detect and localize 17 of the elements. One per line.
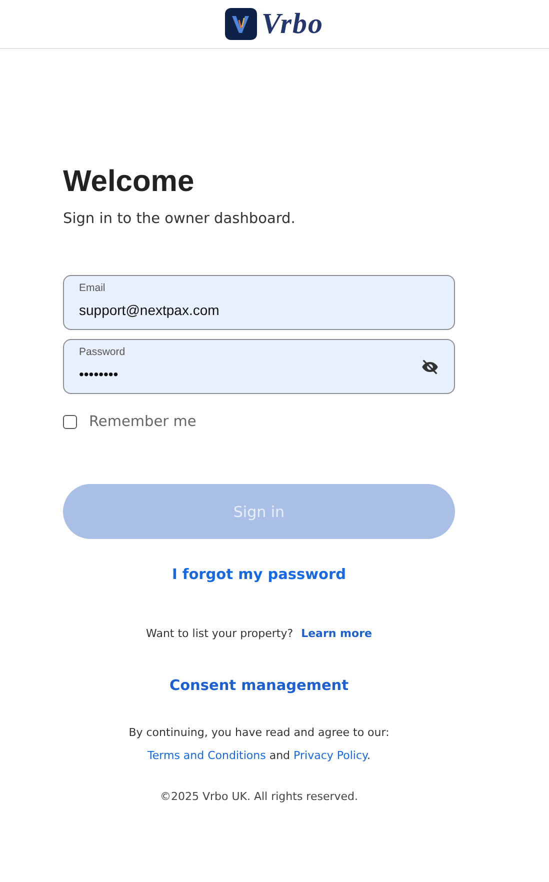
legal-links-text: Terms and Conditions and Privacy Policy. bbox=[146, 749, 372, 762]
logo-text: Vrbo bbox=[261, 8, 324, 40]
terms-link[interactable]: Terms and Conditions bbox=[148, 749, 266, 762]
forgot-password-link[interactable]: I forgot my password bbox=[172, 567, 346, 583]
consent-management-link[interactable]: Consent management bbox=[169, 678, 349, 694]
list-property-text: Want to list your property? bbox=[146, 627, 294, 640]
logo-icon bbox=[225, 8, 258, 40]
remember-checkbox[interactable] bbox=[63, 415, 77, 429]
privacy-policy-link[interactable]: Privacy Policy bbox=[294, 749, 367, 762]
email-field[interactable]: Email support@nextpax.com bbox=[63, 275, 455, 330]
agreement-text: By continuing, you have read and agree to our: bbox=[128, 726, 390, 739]
learn-more-link[interactable]: Learn more bbox=[301, 627, 372, 640]
subtitle: Sign in to the owner dashboard. bbox=[63, 211, 296, 227]
copyright-text: ©2025 Vrbo UK. All rights reserved. bbox=[158, 790, 360, 803]
welcome-heading: Welcome bbox=[63, 165, 196, 199]
remember-label: Remember me bbox=[89, 414, 196, 430]
password-field[interactable]: Password •••••••• bbox=[63, 339, 455, 394]
